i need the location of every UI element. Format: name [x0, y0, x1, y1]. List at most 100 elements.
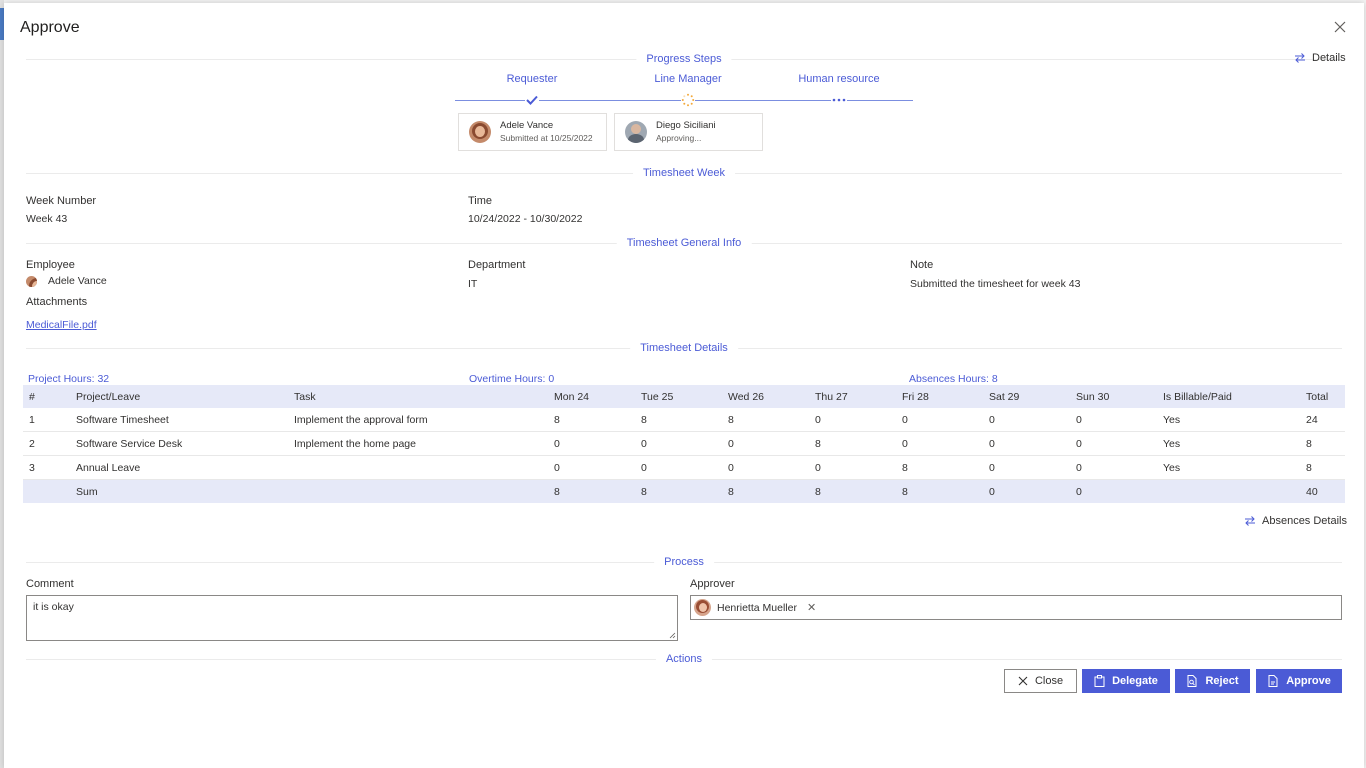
avatar	[694, 599, 711, 616]
column-header: Mon 24	[548, 385, 635, 408]
close-icon	[1018, 676, 1028, 686]
table-cell: Yes	[1157, 431, 1300, 456]
table-cell: 3	[23, 455, 70, 480]
avatar	[625, 121, 647, 143]
table-cell: Implement the approval form	[288, 408, 548, 432]
actions-title: Actions	[655, 653, 713, 665]
table-cell: 0	[983, 479, 1070, 503]
table-cell: 8	[809, 479, 896, 503]
card-name: Adele Vance	[500, 120, 554, 131]
table-cell: 0	[722, 431, 809, 456]
table-cell	[288, 455, 548, 480]
absences-details-button[interactable]: Absences Details	[1244, 515, 1347, 527]
sum-row: Sum 8 8 8 8 8 0 0 40	[23, 479, 1345, 503]
check-icon	[525, 94, 539, 106]
table-cell: 8	[722, 479, 809, 503]
table-cell: 0	[1070, 455, 1157, 480]
column-header: Fri 28	[896, 385, 983, 408]
table-cell: 0	[635, 455, 722, 480]
reject-button[interactable]: Reject	[1175, 669, 1250, 693]
employee-label: Employee	[26, 259, 75, 271]
details-label: Details	[1312, 52, 1346, 64]
table-cell: 0	[983, 431, 1070, 456]
resize-handle-icon[interactable]	[669, 632, 676, 639]
table-cell	[288, 479, 548, 503]
column-header: #	[23, 385, 70, 408]
table-cell	[23, 479, 70, 503]
close-icon[interactable]	[1334, 21, 1350, 37]
attachment-link[interactable]: MedicalFile.pdf	[26, 319, 97, 331]
spinner-icon	[681, 93, 695, 107]
clipboard-icon	[1094, 675, 1105, 687]
table-cell: 0	[809, 455, 896, 480]
delegate-button[interactable]: Delegate	[1082, 669, 1170, 693]
week-number-value: Week 43	[26, 213, 68, 225]
column-header: Thu 27	[809, 385, 896, 408]
table-cell: 0	[1070, 479, 1157, 503]
process-title: Process	[654, 556, 714, 568]
employee-name: Adele Vance	[48, 275, 107, 287]
table-header-row: # Project/Leave Task Mon 24 Tue 25 Wed 2…	[23, 385, 1345, 408]
switch-icon	[1295, 53, 1305, 63]
table-cell: Yes	[1157, 455, 1300, 480]
remove-icon[interactable]: ✕	[807, 601, 816, 614]
ellipsis-icon	[831, 96, 847, 104]
table-cell: Software Service Desk	[70, 431, 288, 456]
table-cell: 0	[1070, 431, 1157, 456]
column-header: Is Billable/Paid	[1157, 385, 1300, 408]
table-cell: Annual Leave	[70, 455, 288, 480]
table-cell: 8	[809, 431, 896, 456]
card-name: Diego Siciliani	[656, 120, 716, 131]
table-cell: 8	[548, 479, 635, 503]
requester-card: Adele Vance Submitted at 10/25/2022	[458, 113, 607, 151]
note-value: Submitted the timesheet for week 43	[910, 278, 1081, 290]
overtime-hours: Overtime Hours: 0	[469, 373, 555, 385]
comment-text: it is okay	[33, 601, 74, 613]
reject-button-label: Reject	[1205, 675, 1239, 687]
avatar	[26, 275, 37, 287]
table-row: 2 Software Service Desk Implement the ho…	[23, 431, 1345, 456]
timesheet-details-title: Timesheet Details	[630, 342, 738, 354]
absences-hours: Absences Hours: 8	[909, 373, 998, 385]
step-human-resource-label: Human resource	[798, 73, 880, 85]
table-row: 3 Annual Leave 0 0 0 0 8 0 0 Yes 8	[23, 455, 1345, 480]
table-cell: 8	[896, 455, 983, 480]
general-info-title: Timesheet General Info	[616, 237, 752, 249]
details-button[interactable]: Details	[1294, 52, 1346, 64]
approve-button-label: Approve	[1286, 675, 1331, 687]
approver-chip: Henrietta Mueller ✕	[694, 598, 820, 617]
switch-icon	[1245, 516, 1255, 526]
table-cell: 0	[983, 455, 1070, 480]
absences-details-label: Absences Details	[1262, 515, 1347, 527]
progress-steps-title: Progress Steps	[636, 53, 732, 65]
table-cell	[1157, 479, 1300, 503]
timesheet-table: # Project/Leave Task Mon 24 Tue 25 Wed 2…	[23, 385, 1345, 503]
document-search-icon	[1187, 675, 1197, 687]
project-hours: Project Hours: 32	[28, 373, 110, 385]
approver-picker[interactable]: Henrietta Mueller ✕	[690, 595, 1342, 620]
comment-textarea[interactable]: it is okay	[26, 595, 678, 641]
table-cell: 8	[896, 479, 983, 503]
table-cell: 0	[896, 408, 983, 432]
table-cell: 8	[635, 479, 722, 503]
table-cell: 8	[548, 408, 635, 432]
column-header: Sat 29	[983, 385, 1070, 408]
table-cell: Yes	[1157, 408, 1300, 432]
delegate-button-label: Delegate	[1112, 675, 1158, 687]
close-button[interactable]: Close	[1004, 669, 1077, 693]
week-number-label: Week Number	[26, 195, 97, 207]
table-cell: 1	[23, 408, 70, 432]
time-label: Time	[468, 195, 493, 207]
table-cell: 0	[896, 431, 983, 456]
approve-dialog: Approve Progress Steps Details Requester…	[4, 3, 1364, 768]
department-value: IT	[468, 278, 478, 290]
step-line-manager-label: Line Manager	[654, 73, 722, 85]
table-cell: 0	[983, 408, 1070, 432]
step-requester-label: Requester	[506, 73, 558, 85]
column-header: Task	[288, 385, 548, 408]
approve-button[interactable]: Approve	[1256, 669, 1342, 693]
column-header: Total	[1300, 385, 1345, 408]
time-value: 10/24/2022 - 10/30/2022	[468, 213, 583, 225]
table-cell: Sum	[70, 479, 288, 503]
table-cell: 8	[635, 408, 722, 432]
